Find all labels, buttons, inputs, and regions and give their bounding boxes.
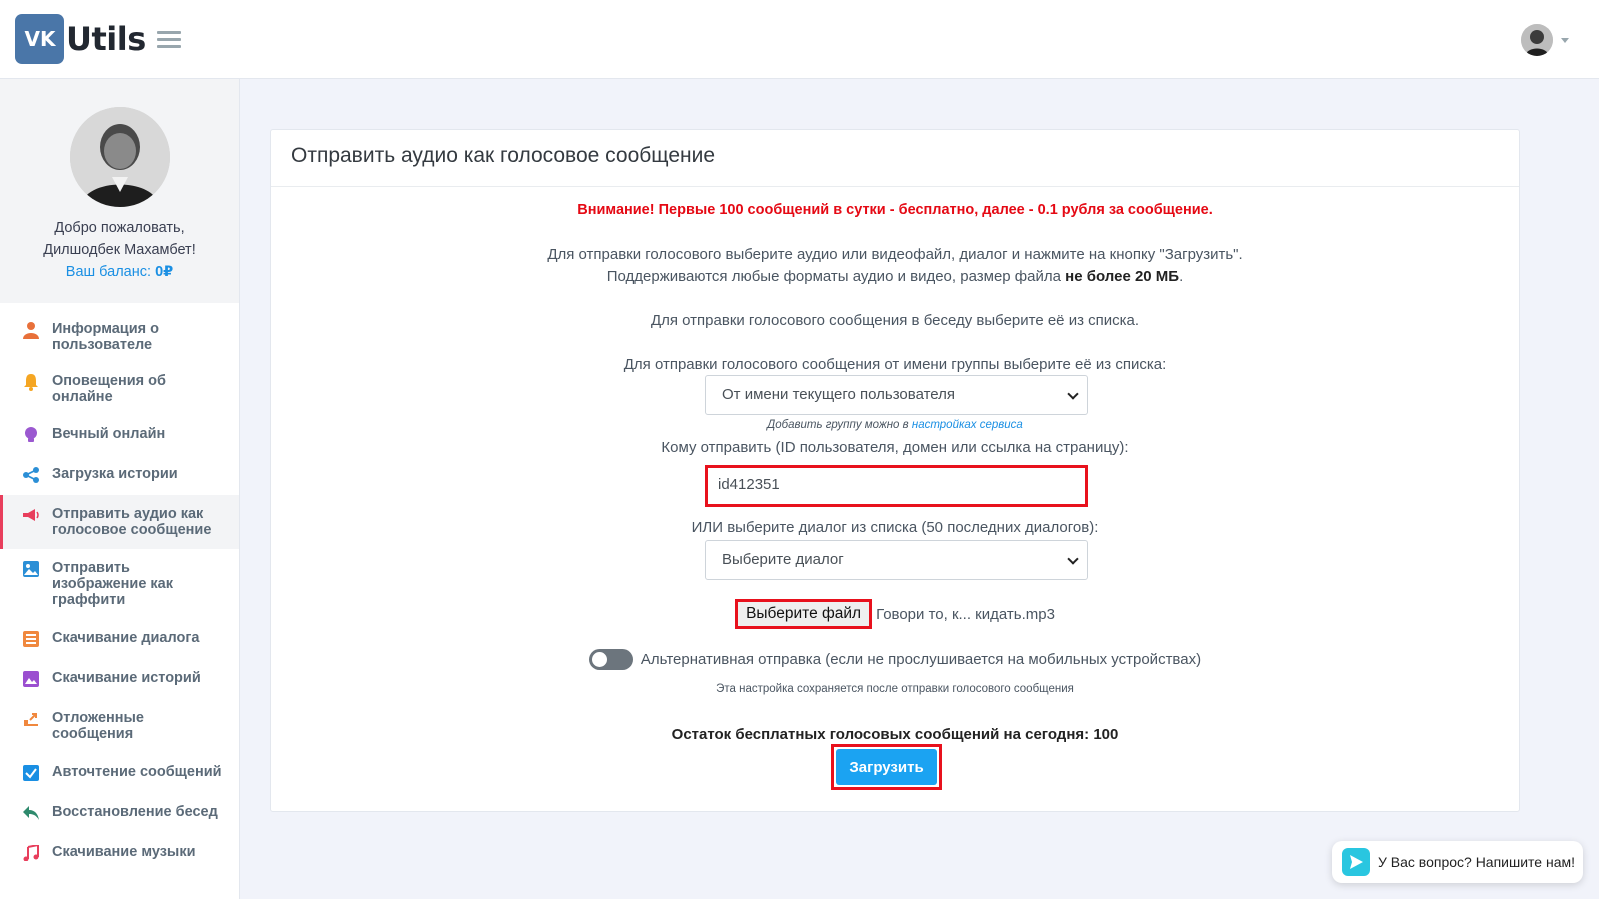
remaining-value: 100 — [1093, 726, 1119, 743]
info-text: Поддерживаются любые форматы аудио и вид… — [606, 268, 1061, 285]
remaining-messages: Остаток бесплатных голосовых сообщений н… — [271, 726, 1519, 743]
menu-toggle-icon[interactable] — [157, 31, 181, 49]
sidebar-item-voice-message[interactable]: Отправить аудио как голосовое сообщение — [0, 495, 239, 549]
sidebar-item-label: Восстановление бесед — [52, 804, 218, 820]
sidebar-item-label: Отправить аудио как голосовое сообщение — [52, 506, 212, 538]
bell-icon — [22, 373, 40, 391]
dialog-select[interactable]: Выберите диалог — [705, 540, 1088, 580]
sidebar-item-label: Информация о пользователе — [52, 321, 159, 353]
sidebar-item-story-upload[interactable]: Загрузка истории — [0, 455, 239, 495]
sidebar-item-label: Скачивание диалога — [52, 630, 200, 646]
balance-label: Ваш баланс: — [65, 264, 152, 280]
voice-message-card: Отправить аудио как голосовое сообщение … — [270, 129, 1520, 812]
megaphone-icon — [22, 506, 40, 524]
user-icon — [22, 321, 40, 339]
sidebar-item-music-download[interactable]: Скачивание музыки — [0, 833, 239, 873]
remaining-label: Остаток бесплатных голосовых сообщений н… — [671, 726, 1090, 743]
sidebar-item-label: Вечный онлайн — [52, 426, 166, 442]
group-hint: Добавить группу можно в настройках серви… — [271, 419, 1519, 431]
sidebar-item-label: Оповещения об онлайне — [52, 373, 166, 405]
music-icon — [22, 844, 40, 862]
sidebar-item-autoread[interactable]: Авточтение сообщений — [0, 753, 239, 793]
vk-logo-icon: VK — [15, 14, 64, 64]
sidebar-item-label: Авточтение сообщений — [52, 764, 222, 780]
dialog-label: ИЛИ выберите диалог из списка (50 послед… — [691, 519, 1099, 536]
sidebar-menu: Информация о пользователе Оповещения об … — [0, 303, 239, 873]
lightbulb-icon — [22, 426, 40, 444]
schedule-icon — [22, 710, 40, 728]
share-icon — [22, 466, 40, 484]
dialog-select-value: Выберите диалог — [722, 551, 844, 568]
logo-badge-text: VK — [24, 28, 56, 50]
welcome-line: Добро пожаловать, — [54, 220, 185, 236]
sidebar-item-dialog-download[interactable]: Скачивание диалога — [0, 619, 239, 659]
sidebar-item-eternal-online[interactable]: Вечный онлайн — [0, 415, 239, 455]
logo-text: Utils — [66, 20, 146, 58]
settings-link[interactable]: настройках сервиса — [912, 419, 1023, 431]
info-line: Поддерживаются любые форматы аудио и вид… — [271, 268, 1519, 285]
sidebar-item-graffiti[interactable]: Отправить изображение как граффити — [0, 549, 239, 619]
sidebar-item-label: Скачивание историй — [52, 670, 201, 686]
group-label: Для отправки голосового сообщения от име… — [623, 356, 1167, 373]
profile-avatar — [69, 107, 170, 207]
alt-send-note: Эта настройка сохраняется после отправки… — [716, 683, 1074, 695]
profile-panel: Добро пожаловать, Дилшодбек Махамбет! Ва… — [0, 79, 239, 303]
sidebar-item-online-alerts[interactable]: Оповещения об онлайне — [0, 363, 239, 415]
chat-hint: Для отправки голосового сообщения в бесе… — [650, 312, 1140, 329]
sidebar-item-label: Скачивание музыки — [52, 844, 196, 860]
sidebar-item-label: Отложенные сообщения — [52, 710, 144, 742]
alt-send-row: Альтернативная отправка (если не прослуш… — [271, 649, 1519, 670]
alt-send-toggle[interactable] — [588, 649, 633, 670]
chevron-down-icon — [1067, 388, 1079, 400]
recipient-input[interactable]: id412351 — [705, 465, 1088, 507]
checkbox-icon — [22, 764, 40, 782]
sidebar-item-restore-chats[interactable]: Восстановление бесед — [0, 793, 239, 833]
group-select[interactable]: От имени текущего пользователя — [705, 375, 1088, 415]
pricing-warning: Внимание! Первые 100 сообщений в сутки -… — [577, 202, 1213, 218]
chat-icon — [1342, 848, 1370, 876]
page-title: Отправить аудио как голосовое сообщение — [291, 144, 716, 167]
group-select-value: От имени текущего пользователя — [722, 386, 955, 403]
chevron-down-icon — [1067, 553, 1079, 565]
logo[interactable]: VK Utils — [15, 14, 146, 64]
sidebar-item-stories-download[interactable]: Скачивание историй — [0, 659, 239, 699]
sidebar-item-label: Отправить изображение как граффити — [52, 560, 173, 608]
chevron-down-icon — [1561, 37, 1569, 43]
balance-value: 0₽ — [155, 264, 174, 280]
list-icon — [22, 630, 40, 648]
info-line: Для отправки голосового выберите аудио и… — [547, 246, 1243, 263]
card-header: Отправить аудио как голосовое сообщение — [271, 130, 1519, 187]
sidebar: Добро пожаловать, Дилшодбек Махамбет! Ва… — [0, 79, 240, 899]
sidebar-item-scheduled-messages[interactable]: Отложенные сообщения — [0, 699, 239, 753]
selected-file-name: Говори то, к... кидать.mp3 — [876, 605, 1055, 623]
sidebar-item-user-info[interactable]: Информация о пользователе — [0, 311, 239, 363]
reply-icon — [22, 804, 40, 822]
support-chat-widget[interactable]: У Вас вопрос? Напишите нам! — [1332, 841, 1583, 883]
chat-label: У Вас вопрос? Напишите нам! — [1378, 854, 1576, 870]
file-picker: Выберите файл Говори то, к... кидать.mp3 — [271, 599, 1519, 629]
recipient-label: Кому отправить (ID пользователя, домен и… — [661, 439, 1129, 456]
alt-send-label: Альтернативная отправка (если не прослуш… — [640, 651, 1202, 668]
avatar — [1521, 24, 1553, 56]
size-limit: не более 20 МБ — [1065, 268, 1180, 285]
image-icon — [22, 560, 40, 578]
user-menu[interactable] — [1521, 24, 1569, 56]
balance[interactable]: Ваш баланс: 0₽ — [0, 261, 239, 283]
choose-file-button[interactable]: Выберите файл — [735, 599, 873, 629]
sidebar-item-label: Загрузка истории — [52, 466, 178, 482]
group-hint-text: Добавить группу можно в — [767, 419, 909, 431]
user-name: Дилшодбек Махамбет! — [43, 242, 196, 258]
picture-icon — [22, 670, 40, 688]
top-bar: VK Utils — [0, 0, 1599, 79]
upload-button[interactable]: Загрузить — [836, 749, 937, 785]
submit-highlight: Загрузить — [831, 744, 942, 790]
welcome-text: Добро пожаловать, Дилшодбек Махамбет! — [0, 217, 239, 261]
info-text-end: . — [1179, 268, 1184, 285]
